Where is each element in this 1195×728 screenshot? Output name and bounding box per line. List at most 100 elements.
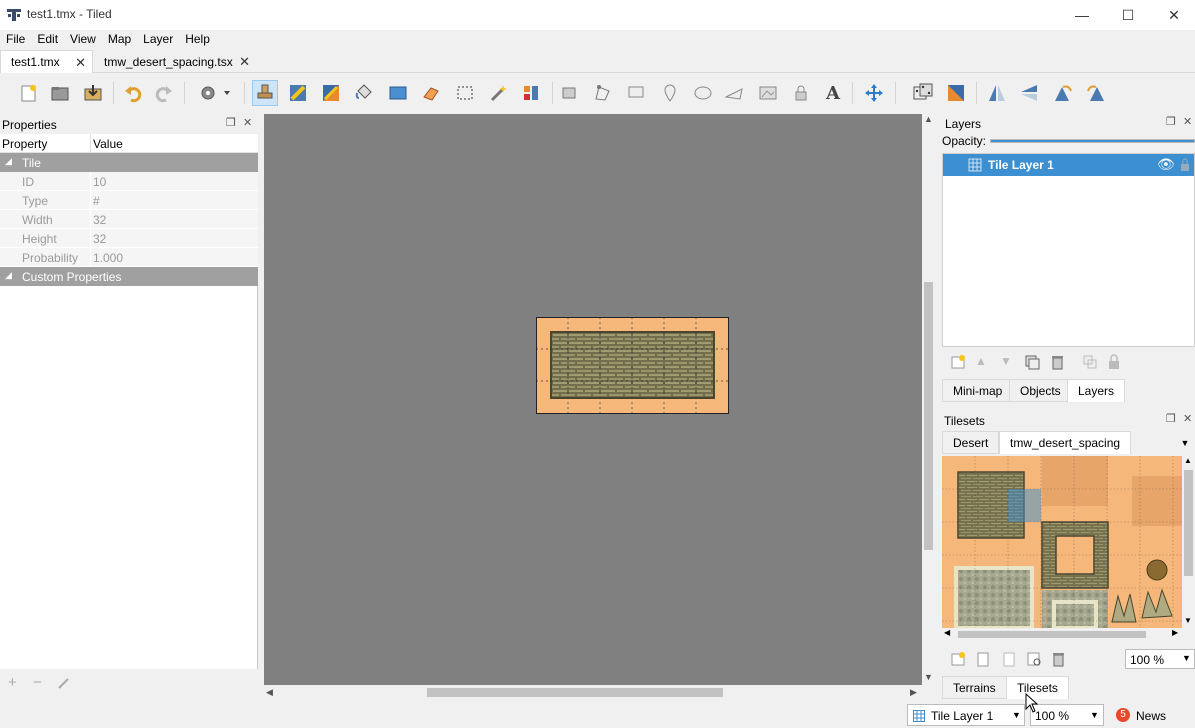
tile-map[interactable] xyxy=(536,317,729,414)
rename-property-icon[interactable] xyxy=(57,676,71,693)
lock-icon[interactable] xyxy=(1179,158,1191,175)
flip-vertical-icon[interactable] xyxy=(1016,80,1042,106)
wang-fill-icon[interactable] xyxy=(943,80,969,106)
float-panel-icon[interactable]: ❐ xyxy=(1166,115,1176,128)
tileset-horizontal-scrollbar[interactable]: ◀ ▶ xyxy=(942,628,1182,641)
menu-edit[interactable]: Edit xyxy=(31,30,64,49)
bucket-fill-icon[interactable] xyxy=(351,80,377,106)
visibility-eye-icon[interactable]: 👁 xyxy=(1157,156,1175,173)
menu-file[interactable]: File xyxy=(0,30,31,49)
tab-layers[interactable]: Layers xyxy=(1067,379,1126,402)
move-icon[interactable] xyxy=(861,80,887,106)
rect-select-icon[interactable] xyxy=(452,80,478,106)
tileset-menu-arrow-icon[interactable]: ▼ xyxy=(1175,431,1195,454)
insert-tile-icon[interactable] xyxy=(755,80,781,106)
menu-map[interactable]: Map xyxy=(102,30,137,49)
open-icon[interactable] xyxy=(47,80,73,106)
menu-view[interactable]: View xyxy=(64,30,102,49)
export-tileset-icon[interactable] xyxy=(1001,651,1017,670)
expand-arrow-icon[interactable]: ◢ xyxy=(5,270,12,281)
new-tileset-icon[interactable] xyxy=(950,651,966,670)
eraser-icon[interactable] xyxy=(418,80,444,106)
commands-icon[interactable] xyxy=(196,80,234,106)
insert-template-icon[interactable] xyxy=(788,80,814,106)
rotate-right-icon[interactable] xyxy=(1083,80,1109,106)
column-value[interactable]: Value xyxy=(93,137,123,151)
tileset-hscroll-thumb[interactable] xyxy=(958,631,1146,638)
close-panel-icon[interactable]: ✕ xyxy=(1183,115,1192,128)
chevron-down-icon[interactable]: ▼ xyxy=(1090,710,1099,720)
scroll-left-icon[interactable]: ◀ xyxy=(266,687,273,698)
layer-select-combobox[interactable]: Tile Layer 1 ▼ xyxy=(907,704,1025,726)
expand-arrow-icon[interactable]: ◢ xyxy=(5,156,12,167)
edit-polygon-icon[interactable] xyxy=(590,80,616,106)
scroll-left-icon[interactable]: ◀ xyxy=(944,628,950,637)
tileset-tab-desert[interactable]: Desert xyxy=(942,431,1000,454)
scroll-up-icon[interactable]: ▲ xyxy=(924,114,933,124)
float-panel-icon[interactable]: ❐ xyxy=(226,116,236,129)
group-tile[interactable]: ◢ Tile xyxy=(0,153,258,172)
zoom-combobox[interactable]: 100 % ▼ xyxy=(1030,704,1104,726)
rotate-left-icon[interactable] xyxy=(1050,80,1076,106)
shape-fill-icon[interactable] xyxy=(385,80,411,106)
menu-layer[interactable]: Layer xyxy=(137,30,179,49)
save-icon[interactable] xyxy=(80,80,106,106)
column-property[interactable]: Property xyxy=(2,137,47,151)
terrain-brush-icon[interactable] xyxy=(285,80,311,106)
map-vertical-scrollbar[interactable]: ▲ ▼ xyxy=(922,114,935,685)
insert-ellipse-icon[interactable] xyxy=(690,80,716,106)
edit-tileset-icon[interactable] xyxy=(1026,651,1042,670)
news-link[interactable]: News xyxy=(1136,709,1166,723)
close-tab-icon[interactable]: ✕ xyxy=(75,55,86,71)
tileset-view[interactable] xyxy=(942,456,1182,628)
delete-layer-icon[interactable] xyxy=(1049,354,1065,373)
scroll-right-icon[interactable]: ▶ xyxy=(910,687,917,698)
stamp-brush-icon[interactable] xyxy=(252,80,278,106)
tileset-vertical-scrollbar[interactable]: ▲ ▼ xyxy=(1182,456,1195,628)
tileset-vscroll-thumb[interactable] xyxy=(1184,470,1193,576)
map-canvas[interactable] xyxy=(264,114,922,685)
add-property-icon[interactable]: + xyxy=(8,674,17,691)
close-panel-icon[interactable]: ✕ xyxy=(243,116,252,129)
raise-layer-icon[interactable]: ▲ xyxy=(975,354,987,368)
property-row-probability[interactable]: Probability 1.000 xyxy=(0,248,258,267)
group-custom-properties[interactable]: ◢ Custom Properties xyxy=(0,267,258,286)
menu-help[interactable]: Help xyxy=(179,30,216,49)
vertical-scroll-thumb[interactable] xyxy=(924,282,933,550)
close-tab-icon[interactable]: ✕ xyxy=(239,54,250,70)
tab-objects[interactable]: Objects xyxy=(1009,379,1072,402)
duplicate-layer-icon[interactable] xyxy=(1024,354,1040,373)
undo-icon[interactable] xyxy=(120,80,146,106)
chevron-down-icon[interactable]: ▼ xyxy=(1012,710,1021,720)
redo-icon[interactable] xyxy=(151,80,177,106)
tileset-tab-tmw-desert-spacing[interactable]: tmw_desert_spacing xyxy=(999,431,1132,454)
property-row-type[interactable]: Type # xyxy=(0,191,258,210)
horizontal-scroll-thumb[interactable] xyxy=(427,688,723,697)
property-row-id[interactable]: ID 10 xyxy=(0,172,258,191)
scroll-right-icon[interactable]: ▶ xyxy=(1172,628,1178,637)
object-select-icon[interactable] xyxy=(557,80,583,106)
flip-horizontal-icon[interactable] xyxy=(984,80,1010,106)
random-mode-icon[interactable] xyxy=(910,80,936,106)
layer-row-tile-layer-1[interactable]: Tile Layer 1 👁 xyxy=(943,154,1194,176)
new-layer-icon[interactable] xyxy=(950,354,966,373)
scroll-down-icon[interactable]: ▼ xyxy=(924,672,933,682)
chevron-down-icon[interactable]: ▼ xyxy=(1182,653,1191,663)
insert-text-icon[interactable]: A xyxy=(820,80,846,106)
wang-brush-icon[interactable] xyxy=(318,80,344,106)
select-same-tile-icon[interactable] xyxy=(518,80,544,106)
insert-polygon-icon[interactable] xyxy=(721,80,747,106)
scroll-down-icon[interactable]: ▼ xyxy=(1184,616,1192,625)
tab-mini-map[interactable]: Mini-map xyxy=(942,379,1014,402)
insert-rectangle-icon[interactable] xyxy=(623,80,649,106)
scroll-up-icon[interactable]: ▲ xyxy=(1184,456,1192,465)
remove-property-icon[interactable]: − xyxy=(33,674,42,691)
insert-point-icon[interactable] xyxy=(657,80,683,106)
tileset-zoom-combobox[interactable]: 100 % ▼ xyxy=(1125,649,1195,669)
new-map-icon[interactable] xyxy=(16,80,42,106)
magic-wand-icon[interactable] xyxy=(485,80,511,106)
news-badge[interactable]: 5 xyxy=(1116,708,1130,722)
lock-layer-icon[interactable] xyxy=(1107,354,1121,373)
property-row-width[interactable]: Width 32 xyxy=(0,210,258,229)
import-tileset-icon[interactable] xyxy=(975,651,991,670)
